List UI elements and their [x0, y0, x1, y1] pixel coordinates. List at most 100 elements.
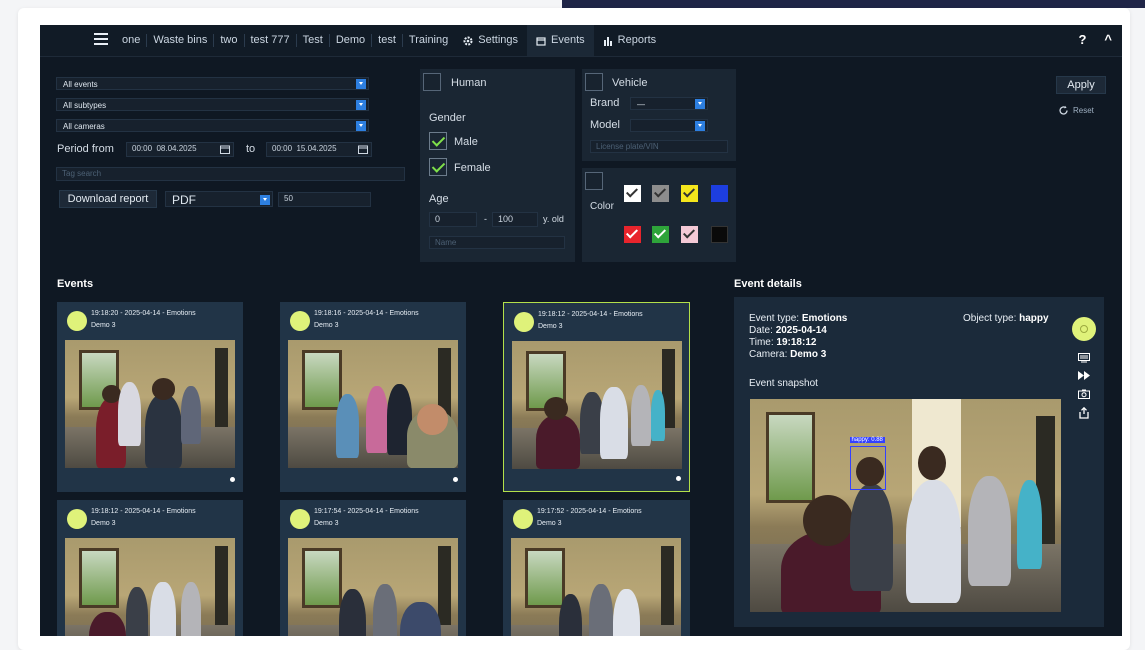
color-swatch-green[interactable]	[652, 226, 669, 243]
event-camera: Demo 3	[91, 322, 116, 329]
browser-top-strip	[562, 0, 1145, 8]
time-value: 19:18:12	[776, 337, 817, 348]
period-from-field[interactable]: 00:00 08.04.2025	[126, 142, 234, 157]
tab-reports[interactable]: Reports	[594, 34, 666, 47]
color-label: Color	[590, 201, 614, 212]
list-icon[interactable]	[1077, 353, 1091, 365]
tab-test[interactable]: Test	[297, 34, 330, 47]
event-camera: Demo 3	[91, 520, 116, 527]
chevron-down-icon	[356, 121, 366, 131]
events-title: Events	[57, 278, 94, 290]
vehicle-filter-panel: Vehicle Brand — Model License plate/VIN	[582, 69, 736, 161]
format-select[interactable]: PDF	[165, 191, 273, 207]
tab-demo[interactable]: Demo	[330, 34, 373, 47]
tab-reports-label: Reports	[617, 34, 657, 46]
help-icon[interactable]: ?	[1078, 32, 1086, 47]
vehicle-label: Vehicle	[612, 77, 648, 89]
menu-icon[interactable]	[94, 33, 108, 45]
event-tools	[1072, 317, 1096, 419]
color-swatch-pink[interactable]	[681, 226, 698, 243]
calendar-icon[interactable]	[220, 145, 230, 154]
human-label: Human	[451, 77, 487, 89]
age-to-input[interactable]: 100	[492, 212, 538, 227]
event-card[interactable]: 19:18:20 - 2025-04-14 - Emotions Demo 3	[57, 302, 243, 492]
tab-settings[interactable]: Settings	[454, 34, 527, 47]
chevron-down-icon	[695, 121, 705, 131]
calendar-icon	[536, 36, 546, 46]
event-camera: Demo 3	[314, 322, 339, 329]
avatar	[290, 311, 310, 331]
name-input[interactable]: Name	[429, 236, 565, 249]
female-checkbox[interactable]	[429, 158, 447, 176]
tab-waste-bins[interactable]: Waste bins	[147, 34, 215, 47]
apply-button[interactable]: Apply	[1056, 76, 1106, 94]
nav-tabs: one Waste bins two test 777 Test Demo te…	[116, 25, 665, 56]
event-card[interactable]: 19:17:52 - 2025-04-14 - Emotions Demo 3	[503, 500, 690, 636]
age-unit: y. old	[543, 214, 564, 224]
event-card[interactable]: 19:17:54 - 2025-04-14 - Emotions Demo 3	[280, 500, 466, 636]
gender-label: Gender	[429, 112, 466, 124]
share-icon[interactable]	[1077, 406, 1091, 419]
period-to-field[interactable]: 00:00 15.04.2025	[266, 142, 372, 157]
fast-forward-icon[interactable]	[1077, 371, 1091, 383]
tab-events[interactable]: Events	[527, 25, 594, 56]
gear-icon	[463, 36, 473, 45]
color-checkbox[interactable]	[585, 172, 603, 190]
event-thumbnail	[511, 538, 681, 636]
avatar	[67, 311, 87, 331]
tab-test-777[interactable]: test 777	[245, 34, 297, 47]
event-type-select[interactable]: All events	[56, 77, 369, 90]
age-separator: -	[484, 214, 487, 224]
age-from-input[interactable]: 0	[429, 212, 477, 227]
event-card-selected[interactable]: 19:18:12 - 2025-04-14 - Emotions Demo 3	[503, 302, 690, 492]
license-plate-input[interactable]: License plate/VIN	[590, 140, 728, 153]
tag-search-input[interactable]: Tag search	[56, 167, 405, 181]
download-report-button[interactable]: Download report	[59, 190, 157, 208]
tab-one[interactable]: one	[116, 34, 148, 47]
avatar	[67, 509, 87, 529]
tab-test-lower[interactable]: test	[372, 34, 403, 47]
male-checkbox[interactable]	[429, 132, 447, 150]
tab-two[interactable]: two	[214, 34, 245, 47]
brand-select[interactable]: —	[630, 97, 708, 110]
event-type-value: All events	[63, 80, 98, 89]
to-time: 00:00	[272, 144, 293, 153]
subtype-value: All subtypes	[63, 101, 107, 110]
event-card[interactable]: 19:18:16 - 2025-04-14 - Emotions Demo 3	[280, 302, 466, 492]
camera-row: Camera: Demo 3	[749, 349, 847, 361]
model-select[interactable]	[630, 119, 708, 132]
avatar	[290, 509, 310, 529]
color-swatch-gray[interactable]	[652, 185, 669, 202]
color-swatch-white[interactable]	[624, 185, 641, 202]
cameras-select[interactable]: All cameras	[56, 119, 369, 132]
date-row: Date: 2025-04-14	[749, 325, 847, 337]
detection-box	[849, 445, 886, 491]
color-swatch-black[interactable]	[711, 226, 728, 243]
camera-icon[interactable]	[1077, 389, 1091, 401]
event-thumbnail	[288, 538, 458, 636]
event-title: 19:17:54 - 2025-04-14 - Emotions	[314, 508, 419, 515]
camera-value: Demo 3	[790, 349, 827, 360]
reset-button[interactable]: Reset	[1058, 105, 1094, 116]
object-type-key: Object type:	[963, 313, 1017, 324]
event-camera: Demo 3	[537, 520, 562, 527]
event-meta: Event type: Emotions Date: 2025-04-14 Ti…	[749, 313, 847, 361]
color-swatch-yellow[interactable]	[681, 185, 698, 202]
color-swatch-red[interactable]	[624, 226, 641, 243]
color-swatch-blue[interactable]	[711, 185, 728, 202]
event-card[interactable]: 19:18:12 - 2025-04-14 - Emotions Demo 3	[57, 500, 243, 636]
human-checkbox[interactable]	[423, 73, 441, 91]
format-value: PDF	[172, 193, 196, 207]
cameras-value: All cameras	[63, 122, 105, 131]
tab-training[interactable]: Training	[403, 34, 454, 47]
male-label: Male	[454, 136, 478, 148]
event-title: 19:18:20 - 2025-04-14 - Emotions	[91, 310, 196, 317]
calendar-icon[interactable]	[358, 145, 368, 154]
collapse-icon[interactable]: ^	[1104, 32, 1112, 47]
report-count-input[interactable]: 50	[278, 192, 371, 207]
event-thumbnail	[512, 341, 682, 469]
chevron-down-icon	[695, 99, 705, 109]
vehicle-checkbox[interactable]	[585, 73, 603, 91]
subtype-select[interactable]: All subtypes	[56, 98, 369, 111]
reset-label: Reset	[1073, 106, 1094, 115]
